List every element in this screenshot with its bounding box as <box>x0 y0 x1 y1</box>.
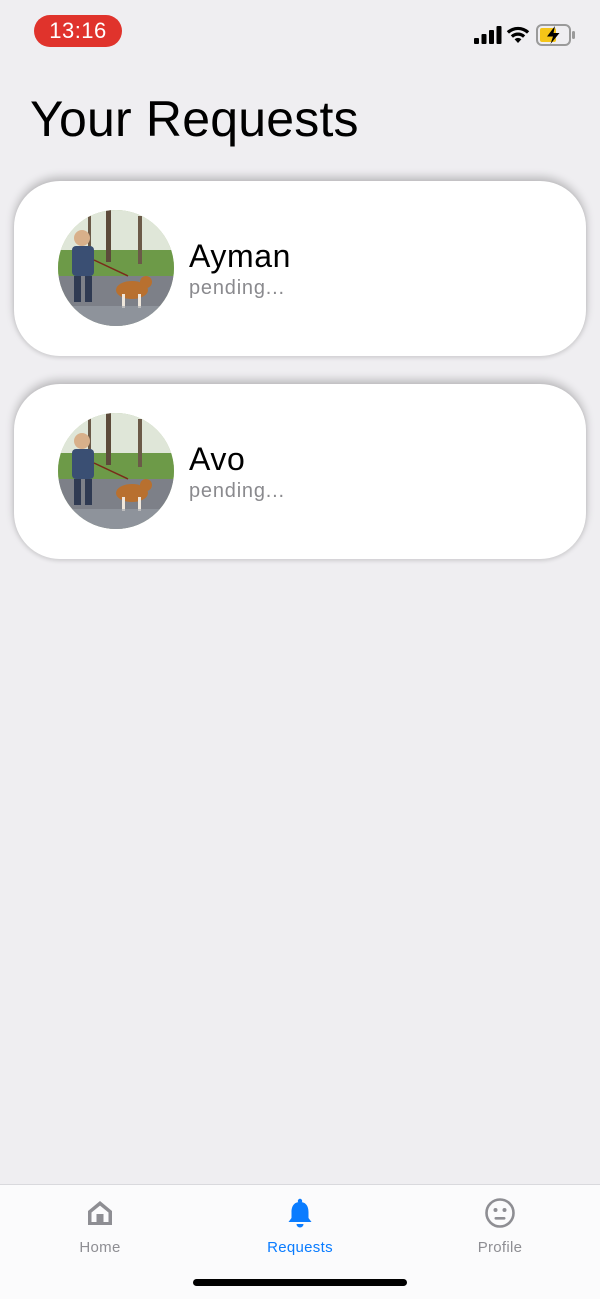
avatar <box>58 210 174 326</box>
request-status: pending... <box>189 277 285 299</box>
home-icon <box>88 1201 112 1225</box>
neutral-face-icon <box>485 1198 515 1228</box>
tab-requests-label: Requests <box>267 1239 333 1256</box>
tab-requests[interactable]: Requests <box>200 1185 400 1265</box>
requests-screen: 13:16 Your Requests Ayman pending... Avo… <box>0 0 600 1299</box>
request-status: pending... <box>189 480 285 502</box>
request-name: Avo <box>189 441 246 477</box>
battery-charging-icon <box>536 24 575 46</box>
page-title: Your Requests <box>30 91 359 147</box>
tab-home-label: Home <box>79 1239 121 1256</box>
status-time[interactable]: 13:16 <box>34 15 122 47</box>
request-name: Ayman <box>189 238 292 274</box>
signal-icon <box>474 26 502 44</box>
home-indicator[interactable] <box>193 1279 407 1286</box>
request-card[interactable]: Avo pending... <box>14 384 586 559</box>
tab-profile[interactable]: Profile <box>400 1185 600 1265</box>
tab-home[interactable]: Home <box>0 1185 200 1265</box>
bell-icon <box>288 1198 312 1228</box>
avatar-photo <box>58 413 174 529</box>
tab-profile-label: Profile <box>477 1239 523 1256</box>
wifi-icon <box>506 26 530 43</box>
status-bar: 13:16 <box>0 0 600 60</box>
avatar <box>58 413 174 529</box>
avatar-photo <box>58 210 174 326</box>
request-card[interactable]: Ayman pending... <box>14 181 586 356</box>
